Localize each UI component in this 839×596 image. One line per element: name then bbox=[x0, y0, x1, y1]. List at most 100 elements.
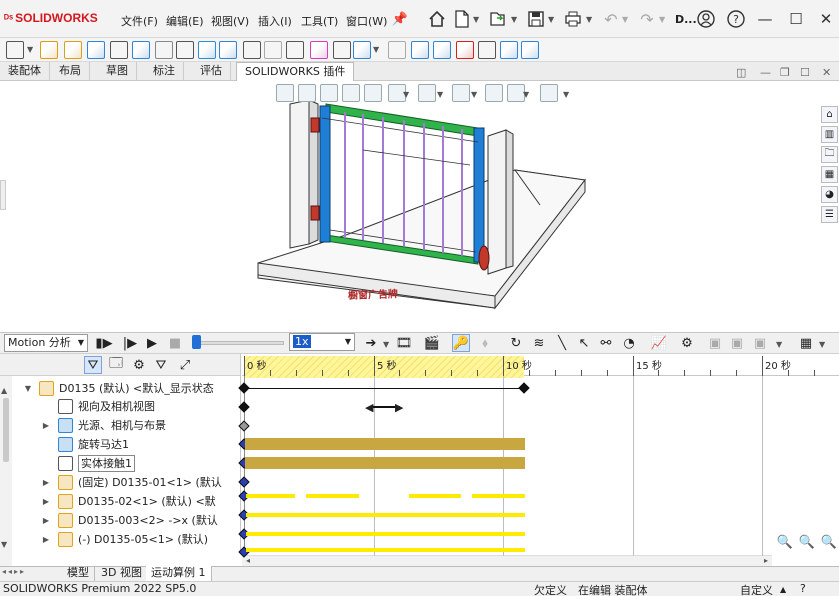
show-hidden-icon[interactable] bbox=[155, 41, 173, 59]
tree-row[interactable]: 视向及相机视图 bbox=[0, 397, 240, 416]
graphics-area[interactable]: 橱窗广告牌 bbox=[0, 81, 820, 329]
status-help-icon[interactable]: ? bbox=[800, 582, 806, 595]
add-key-icon[interactable]: ⬧ bbox=[476, 334, 494, 352]
instant3d-icon[interactable] bbox=[286, 41, 304, 59]
print-icon[interactable] bbox=[563, 9, 583, 29]
tree-row[interactable]: 实体接触1 bbox=[0, 454, 240, 473]
filter-results-icon[interactable]: ⛛ bbox=[152, 356, 170, 374]
section-view-icon[interactable] bbox=[342, 84, 360, 102]
menu-view[interactable]: 视图(V) bbox=[211, 13, 249, 29]
results-and-plots-icon[interactable]: 📈 bbox=[650, 334, 668, 352]
tab-layout[interactable]: 布局 bbox=[51, 62, 90, 81]
taskpane-view-palette-icon[interactable]: ▦ bbox=[821, 166, 838, 183]
performance-evaluation-icon[interactable] bbox=[500, 41, 518, 59]
tab-3d-views[interactable]: 3D 视图 bbox=[96, 566, 148, 581]
update-speedpak-icon[interactable] bbox=[310, 41, 328, 59]
playback-slider[interactable] bbox=[192, 341, 284, 345]
doc-restore-icon[interactable]: ❐ bbox=[780, 66, 790, 79]
zoom-to-area-icon[interactable] bbox=[298, 84, 316, 102]
timeline-scroll-right-icon[interactable]: ▸ bbox=[760, 556, 772, 565]
tab-motion-study-1[interactable]: 运动算例 1 bbox=[146, 566, 212, 581]
tree-scroll-up-icon[interactable]: ▲ bbox=[1, 386, 11, 396]
interference-detection-icon[interactable] bbox=[388, 41, 406, 59]
assembly-features-icon[interactable] bbox=[176, 41, 194, 59]
autokey-icon[interactable]: 🔑 bbox=[452, 334, 470, 352]
taskpane-design-library-icon[interactable]: ▥ bbox=[821, 126, 838, 143]
insert-components-chevron-icon[interactable]: ▼ bbox=[27, 45, 33, 54]
heads-up-chevron-icon[interactable]: ▼ bbox=[471, 90, 477, 99]
assembly-visualization-icon[interactable] bbox=[478, 41, 496, 59]
calculate-icon[interactable]: ▮▶ bbox=[95, 334, 113, 352]
tree-row[interactable]: ▶ (-) D0135-05<1> (默认) bbox=[0, 530, 240, 549]
tab-sketch[interactable]: 草图 bbox=[98, 62, 137, 81]
insert-components-icon[interactable] bbox=[6, 41, 24, 59]
motion-table-icon[interactable]: ▦ bbox=[797, 334, 815, 352]
expand-chevron-icon[interactable]: ▶ bbox=[41, 530, 51, 549]
reference-geometry-icon[interactable] bbox=[198, 41, 216, 59]
taskpane-file-explorer-icon[interactable]: 🗀 bbox=[821, 146, 838, 163]
heads-up-chevron-icon[interactable]: ▼ bbox=[563, 90, 569, 99]
new-dropdown-chevron-icon[interactable]: ▼ bbox=[473, 15, 479, 24]
close-window-icon[interactable]: ✕ bbox=[815, 8, 837, 30]
expand-chevron-icon[interactable]: ▶ bbox=[41, 416, 51, 435]
view-settings-icon[interactable] bbox=[540, 84, 558, 102]
spring-icon[interactable]: ≋ bbox=[530, 334, 548, 352]
print-dropdown-chevron-icon[interactable]: ▼ bbox=[586, 15, 592, 24]
user-account-icon[interactable] bbox=[696, 9, 716, 29]
smart-fasteners-icon[interactable] bbox=[110, 41, 128, 59]
timeline-area[interactable] bbox=[240, 354, 839, 554]
save-dropdown-chevron-icon[interactable]: ▼ bbox=[548, 15, 554, 24]
collapse-chevron-icon[interactable]: ▼ bbox=[23, 379, 33, 398]
open-document-icon[interactable] bbox=[488, 9, 508, 29]
undo-dropdown-chevron-icon[interactable]: ▼ bbox=[622, 15, 628, 24]
taskpane-home-icon[interactable]: ⌂ bbox=[821, 106, 838, 123]
status-units[interactable]: 自定义 bbox=[740, 582, 773, 596]
dynamic-annotation-icon[interactable] bbox=[364, 84, 382, 102]
doc-close-icon[interactable]: ✕ bbox=[822, 66, 831, 79]
motion-table-chevron-icon[interactable]: ▼ bbox=[819, 340, 825, 349]
pin-icon[interactable]: 📌 bbox=[390, 9, 410, 29]
menu-window[interactable]: 窗口(W) bbox=[346, 13, 387, 29]
gate-model-3d[interactable]: 橱窗广告牌 bbox=[0, 81, 820, 329]
heads-up-chevron-icon[interactable]: ▼ bbox=[437, 90, 443, 99]
large-assembly-icon[interactable] bbox=[353, 41, 371, 59]
study-type-select[interactable]: Motion 分析 ▼ bbox=[4, 334, 88, 352]
clearance-verification-icon[interactable] bbox=[411, 41, 429, 59]
user-name[interactable]: D... bbox=[675, 13, 697, 26]
save-icon[interactable] bbox=[526, 9, 546, 29]
tree-row[interactable]: ▶ D0135-003<2> ->x (默认 bbox=[0, 511, 240, 530]
play-icon[interactable]: ▶ bbox=[143, 334, 161, 352]
undo-icon[interactable]: ↶ bbox=[601, 9, 621, 29]
expand-chevron-icon[interactable]: ▶ bbox=[41, 473, 51, 492]
filter-selected-icon[interactable]: ⚙ bbox=[130, 356, 148, 374]
playback-mode-arrow-icon[interactable]: ➔ bbox=[362, 334, 380, 352]
tree-scrollbar-thumb[interactable] bbox=[3, 398, 9, 462]
filter-driving-icon[interactable]: 🗔 bbox=[107, 356, 125, 374]
gravity-icon[interactable]: ◔ bbox=[620, 334, 638, 352]
measure-icon[interactable] bbox=[456, 41, 474, 59]
contact-icon[interactable]: ⚯ bbox=[597, 334, 615, 352]
doc-minimize-icon[interactable]: — bbox=[760, 66, 771, 79]
hide-show-items-icon[interactable] bbox=[452, 84, 470, 102]
menu-tools[interactable]: 工具(T) bbox=[301, 13, 338, 29]
motor-icon[interactable]: ↻ bbox=[507, 334, 525, 352]
redo-dropdown-chevron-icon[interactable]: ▼ bbox=[659, 15, 665, 24]
menu-insert[interactable]: 插入(I) bbox=[258, 13, 292, 29]
animation-wizard-icon[interactable]: 🎬 bbox=[423, 334, 441, 352]
take-snapshot-icon[interactable] bbox=[333, 41, 351, 59]
lightweight-icon[interactable] bbox=[521, 41, 539, 59]
open-dropdown-chevron-icon[interactable]: ▼ bbox=[511, 15, 517, 24]
hole-alignment-icon[interactable] bbox=[433, 41, 451, 59]
play-from-start-icon[interactable]: |▶ bbox=[121, 334, 139, 352]
tab-markup[interactable]: 标注 bbox=[145, 62, 184, 81]
tab-scroll-arrows-icon[interactable]: ◂◂▸▸ bbox=[2, 567, 58, 580]
maximize-window-icon[interactable]: ☐ bbox=[785, 8, 807, 30]
previous-view-icon[interactable] bbox=[320, 84, 338, 102]
simulation-results-icon[interactable]: ▣ bbox=[751, 334, 769, 352]
minimize-window-icon[interactable]: — bbox=[754, 8, 776, 30]
tab-evaluate[interactable]: 评估 bbox=[192, 62, 231, 81]
heads-up-chevron-icon[interactable]: ▼ bbox=[523, 90, 529, 99]
display-style-icon[interactable] bbox=[418, 84, 436, 102]
tree-row[interactable]: 旋转马达1 bbox=[0, 435, 240, 454]
zoom-to-fit-tree-icon[interactable]: ⤢ bbox=[176, 356, 194, 374]
